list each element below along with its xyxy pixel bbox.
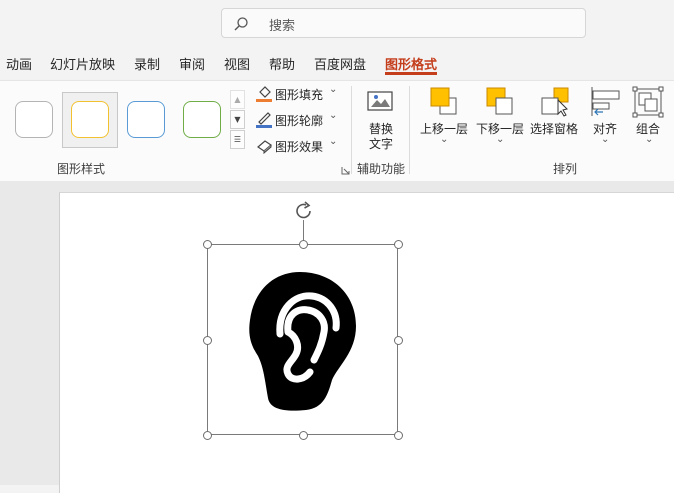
send-backward-icon (486, 87, 513, 115)
shape-outline-label: 图形轮廓 (275, 114, 324, 128)
chevron-down-icon: ⌄ (645, 134, 654, 145)
gallery-more-button[interactable]: ☰ (230, 130, 245, 149)
group-icon (632, 86, 664, 118)
dialog-launcher-icon[interactable] (341, 166, 350, 175)
bring-forward-icon (430, 87, 457, 115)
group-label-arrange: 排列 (553, 162, 578, 176)
pen-icon (256, 112, 272, 128)
align-icon (591, 87, 620, 116)
resize-handle-bottom-left[interactable] (203, 431, 212, 440)
rotate-handle-icon[interactable] (293, 200, 315, 222)
gallery-down-button[interactable]: ▼ (230, 110, 245, 129)
send-backward-button[interactable]: 下移一层 ⌄ (474, 84, 526, 158)
chevron-down-icon: ⌄ (440, 134, 449, 145)
tab-shape-format[interactable]: 图形格式 (385, 54, 437, 73)
search-icon (234, 17, 248, 31)
resize-handle-top[interactable] (299, 240, 308, 249)
ribbon-tabs: 动画 幻灯片放映 录制 审阅 视图 帮助 百度网盘 图形格式 (0, 48, 674, 78)
chevron-down-icon: ⌄ (496, 134, 505, 145)
align-button[interactable]: 对齐 ⌄ (588, 84, 622, 158)
selection-pane-label: 选择窗格 (530, 122, 579, 136)
resize-handle-left[interactable] (203, 336, 212, 345)
shape-fill-label: 图形填充 (275, 88, 324, 102)
tab-record[interactable]: 录制 (134, 54, 160, 73)
tab-view[interactable]: 视图 (224, 54, 250, 73)
shape-style-gold[interactable] (71, 101, 109, 138)
gallery-up-button[interactable]: ▲ (230, 90, 245, 109)
group-objects-button[interactable]: 组合 ⌄ (630, 84, 666, 158)
group-separator (351, 86, 352, 174)
alt-text-label-line2: 文字 (369, 137, 394, 151)
tab-animations[interactable]: 动画 (6, 54, 32, 73)
tab-slideshow[interactable]: 幻灯片放映 (50, 54, 115, 73)
resize-handle-bottom-right[interactable] (394, 431, 403, 440)
chevron-down-icon: ⌄ (329, 110, 338, 121)
active-tab-indicator (385, 72, 437, 75)
search-box[interactable]: 搜索 (221, 8, 586, 38)
alt-text-icon (367, 91, 393, 111)
tab-help[interactable]: 帮助 (269, 54, 295, 73)
chevron-down-icon: ⌄ (601, 134, 610, 145)
resize-handle-bottom[interactable] (299, 431, 308, 440)
group-label-shape-styles: 图形样式 (57, 162, 106, 176)
selection-pane-icon (541, 87, 569, 117)
gallery-scroll: ▲ ▼ ☰ (230, 90, 246, 150)
group-separator (409, 86, 410, 174)
resize-handle-top-right[interactable] (394, 240, 403, 249)
paint-bucket-icon (256, 86, 272, 102)
tab-baidu-netdisk[interactable]: 百度网盘 (314, 54, 366, 73)
selection-pane-button[interactable]: 选择窗格 (530, 84, 582, 158)
shape-style-gray[interactable] (15, 101, 53, 138)
alt-text-button[interactable]: 替换 文字 (361, 84, 401, 158)
shape-effects-label: 图形效果 (275, 140, 324, 154)
bring-forward-button[interactable]: 上移一层 ⌄ (418, 84, 470, 158)
shape-effects-icon (257, 140, 272, 155)
tab-review[interactable]: 审阅 (179, 54, 205, 73)
resize-handle-top-left[interactable] (203, 240, 212, 249)
chevron-down-icon: ⌄ (329, 84, 338, 95)
resize-handle-right[interactable] (394, 336, 403, 345)
shape-style-blue[interactable] (127, 101, 165, 138)
group-label-accessibility: 辅助功能 (357, 162, 406, 176)
search-placeholder: 搜索 (269, 19, 296, 34)
selection-frame (207, 244, 398, 435)
chevron-down-icon: ⌄ (329, 136, 338, 147)
shape-style-green[interactable] (183, 101, 221, 138)
